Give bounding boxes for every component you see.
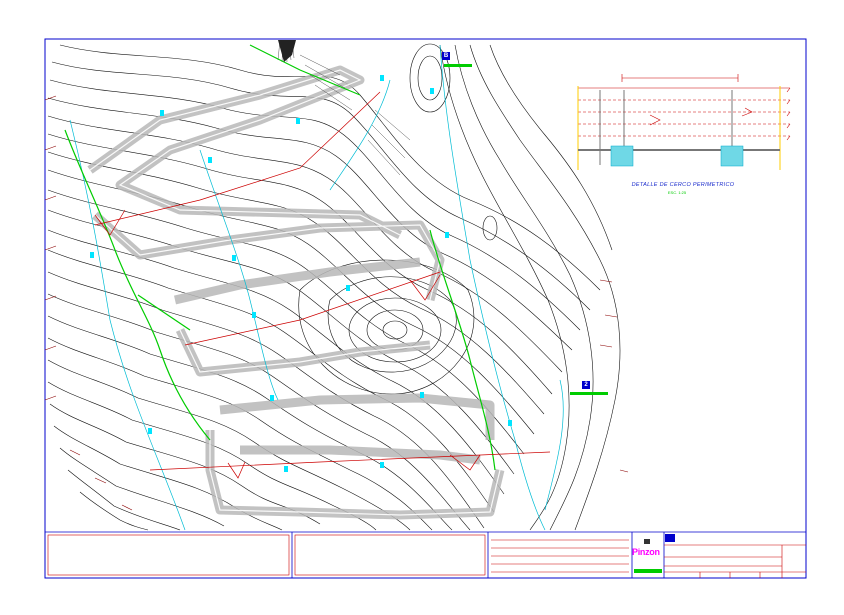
logo-mark	[644, 539, 650, 544]
drainage-lines	[69, 44, 564, 531]
logo-badge	[665, 534, 675, 542]
title-block	[45, 531, 806, 578]
detail-title: DETALLE DE CERCO PERIMETRICO	[631, 182, 735, 188]
cad-drawing-sheet	[44, 38, 807, 579]
logo-caption-bar	[634, 569, 662, 573]
marker-a-label: B	[443, 53, 449, 59]
marker-b-label: 2	[584, 382, 588, 388]
title-block-inner	[47, 534, 806, 578]
contour-lines	[47, 43, 621, 531]
terrace-platforms	[87, 65, 505, 520]
detail-scale: ESC. 1:25	[667, 190, 687, 195]
company-logo: Pinzon	[632, 547, 660, 557]
fence-detail	[577, 74, 791, 170]
